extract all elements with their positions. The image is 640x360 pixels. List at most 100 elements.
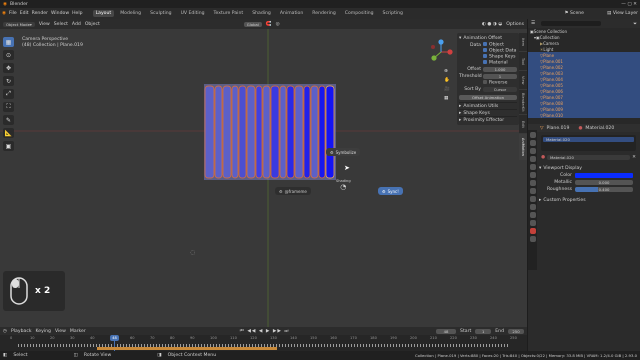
playback-controls[interactable]: ⏮ ◀◀ ◀ ▶ ▶▶ ⏭ xyxy=(240,328,290,334)
rotate-tool-icon[interactable]: ↻ xyxy=(3,76,14,86)
outliner-editor-icon[interactable]: ☰ xyxy=(531,21,535,26)
scene-tab-icon[interactable] xyxy=(529,164,536,170)
texture-tab-icon[interactable] xyxy=(529,236,536,242)
window-controls[interactable]: — ▢ ✕ xyxy=(621,2,637,7)
close-icon[interactable]: ✕ xyxy=(632,155,636,160)
tool-tab-icon[interactable] xyxy=(529,132,536,138)
pan-hand-icon[interactable]: ✋ xyxy=(444,78,450,83)
material-field[interactable]: Material.020 xyxy=(547,155,631,160)
tab-scripting[interactable]: Scripting xyxy=(380,10,406,17)
panel-header[interactable]: ▾ Animation Offset xyxy=(459,35,517,42)
offset-field[interactable]: 1.000 xyxy=(483,67,517,72)
tab-blenderkit[interactable]: BlenderKit xyxy=(519,90,527,114)
tab-animotion[interactable]: AniMotion xyxy=(519,134,527,160)
metallic-field[interactable]: 0.000 xyxy=(575,180,633,185)
tab-edit[interactable]: Edit xyxy=(519,115,527,133)
3d-viewport[interactable]: Camera Perspective (48) Collection | Pla… xyxy=(0,29,527,327)
offset-animation-button[interactable]: Offset Animation xyxy=(459,95,517,100)
outliner-item[interactable]: ▽ Plane.010 xyxy=(528,112,640,118)
tab-shading[interactable]: Shading xyxy=(249,10,274,17)
view-layer-selector[interactable]: ▤ View Layer xyxy=(607,11,638,16)
threshold-field[interactable]: 1 xyxy=(483,74,517,79)
move-tool-icon[interactable]: ✥ xyxy=(3,63,14,73)
add-cube-tool-icon[interactable]: ▣ xyxy=(3,141,14,151)
tab-view[interactable]: View xyxy=(519,71,527,89)
mode-dropdown[interactable]: Object Mode ▾ xyxy=(3,21,35,27)
selected-planes[interactable] xyxy=(204,84,336,180)
tab-texture-paint[interactable]: Texture Paint xyxy=(211,10,247,17)
menu-select[interactable]: Select xyxy=(54,22,68,27)
viewport-shading-icons[interactable]: ◐ ● ◑ ◒ xyxy=(482,22,502,27)
shading-pie[interactable]: Shading ◔ xyxy=(336,179,351,191)
clock-icon[interactable]: ◷ xyxy=(3,329,7,334)
material-slot[interactable]: Material.020 xyxy=(543,137,634,142)
output-tab-icon[interactable] xyxy=(529,148,536,154)
tab-sculpting[interactable]: Sculpting xyxy=(147,10,174,17)
sort-dropdown[interactable]: Cursor xyxy=(483,87,517,92)
frame-ruler[interactable]: 0102030405060708090100110120130140150160… xyxy=(0,335,527,342)
menu-playback[interactable]: Playback xyxy=(11,329,32,334)
tab-compositing[interactable]: Compositing xyxy=(342,10,377,17)
color-swatch[interactable] xyxy=(575,173,633,178)
menu-file[interactable]: File xyxy=(9,11,17,16)
preview-range-bar[interactable] xyxy=(97,347,277,350)
end-field[interactable]: 250 xyxy=(508,328,524,334)
menu-window[interactable]: Window xyxy=(51,11,69,16)
viewport-display-header[interactable]: ▾ Viewport Display xyxy=(539,165,640,172)
camera-view-icon[interactable]: 🎥 xyxy=(444,87,450,92)
menu-help[interactable]: Help xyxy=(72,11,82,16)
sync-button[interactable]: ⚙ Sync! xyxy=(378,187,403,195)
menu-render[interactable]: Render xyxy=(32,11,48,16)
object-tab-icon[interactable] xyxy=(529,180,536,186)
tab-modeling[interactable]: Modeling xyxy=(117,10,144,17)
subpanel-proximity-effector[interactable]: ▸ Proximity Effector xyxy=(459,116,517,123)
menu-view-timeline[interactable]: View xyxy=(55,329,66,334)
menu-view[interactable]: View xyxy=(39,22,50,27)
options-dropdown[interactable]: Options xyxy=(506,22,524,27)
symbolize-button[interactable]: ⚙ Symbolize xyxy=(326,148,361,156)
tab-rendering[interactable]: Rendering xyxy=(309,10,338,17)
start-field[interactable]: 1 xyxy=(475,328,492,334)
check-object[interactable]: Object xyxy=(483,42,504,48)
snap-icon[interactable]: 🧲 xyxy=(266,22,272,27)
select-box-tool-icon[interactable]: ▦ xyxy=(3,37,14,47)
data-tab-icon[interactable] xyxy=(529,220,536,226)
menu-edit[interactable]: Edit xyxy=(20,11,29,16)
ortho-grid-icon[interactable]: ▦ xyxy=(444,96,450,101)
roughness-field[interactable]: 0.400 xyxy=(575,187,633,192)
proportional-icon[interactable]: ◎ xyxy=(276,22,280,27)
annotate-tool-icon[interactable]: ✎ xyxy=(3,115,14,125)
zoom-icon[interactable]: ⊕ xyxy=(444,69,450,74)
menu-object[interactable]: Object xyxy=(85,22,100,27)
frameme-button[interactable]: ⚙ @frameme xyxy=(275,187,311,195)
material-tab-icon[interactable] xyxy=(529,228,536,234)
material-slot-list[interactable]: Material.020 xyxy=(541,135,636,151)
material-selector[interactable]: ● Material.020 ✕ xyxy=(541,154,636,161)
tab-layout[interactable]: Layout xyxy=(92,10,115,17)
constraints-tab-icon[interactable] xyxy=(529,212,536,218)
menu-marker[interactable]: Marker xyxy=(70,329,86,334)
modifier-tab-icon[interactable] xyxy=(529,188,536,194)
cursor-tool-icon[interactable]: ⊙ xyxy=(3,50,14,60)
subpanel-shape-keys[interactable]: ▸ Shape Keys xyxy=(459,109,517,116)
tab-item[interactable]: Item xyxy=(519,33,527,51)
3d-cursor-icon[interactable]: ◌ xyxy=(190,249,195,256)
outliner-search[interactable] xyxy=(541,21,602,26)
filter-icon[interactable]: ⏷ xyxy=(633,21,637,27)
world-tab-icon[interactable] xyxy=(529,172,536,178)
custom-properties-header[interactable]: ▸ Custom Properties xyxy=(539,197,640,204)
current-frame-field[interactable]: 48 xyxy=(436,328,457,334)
menu-add[interactable]: Add xyxy=(72,22,81,27)
subpanel-animation-utils[interactable]: ▸ Animation Utils xyxy=(459,102,517,109)
scene-selector[interactable]: ⚑ Scene xyxy=(564,11,584,16)
measure-tool-icon[interactable]: 📐 xyxy=(3,128,14,138)
blender-menu-icon[interactable]: ◉ xyxy=(2,11,6,16)
menu-keying[interactable]: Keying xyxy=(36,329,51,334)
tab-animation[interactable]: Animation xyxy=(277,10,306,17)
transform-orientation[interactable]: Global xyxy=(243,21,262,27)
scale-tool-icon[interactable]: ⤢ xyxy=(3,89,14,99)
navigation-gizmo[interactable] xyxy=(428,39,454,65)
particles-tab-icon[interactable] xyxy=(529,196,536,202)
render-tab-icon[interactable] xyxy=(529,140,536,146)
transform-tool-icon[interactable]: ⛶ xyxy=(3,102,14,112)
